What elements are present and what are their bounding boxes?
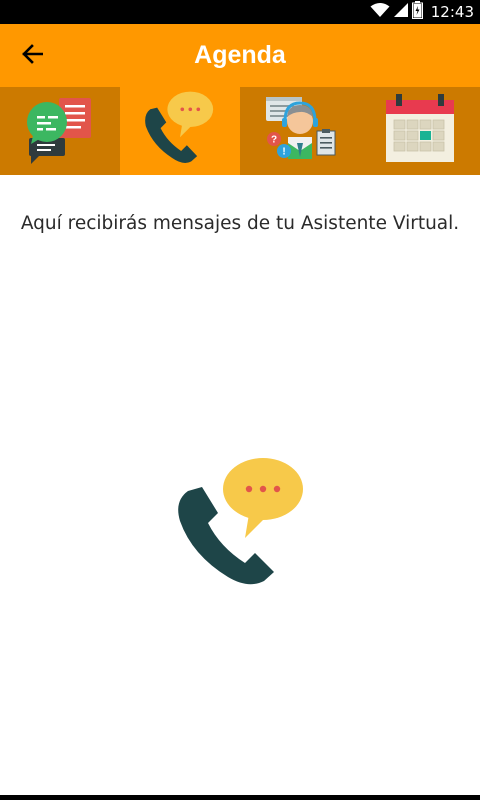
- svg-text:?: ?: [271, 134, 277, 145]
- status-time: 12:43: [430, 3, 474, 21]
- back-button[interactable]: [14, 38, 50, 74]
- signal-icon: [393, 2, 408, 23]
- virtual-assistant-icon: ? !: [262, 91, 338, 172]
- calendar-icon: [384, 92, 456, 171]
- tab-messages[interactable]: [0, 87, 120, 175]
- phone-call-icon: [170, 455, 310, 590]
- app-bar: Agenda: [0, 24, 480, 87]
- bottom-edge: [0, 795, 480, 800]
- chat-messages-icon: [23, 92, 97, 171]
- battery-icon: [411, 0, 423, 24]
- tab-assistant[interactable]: ? !: [240, 87, 360, 175]
- empty-state-message: Aquí recibirás mensajes de tu Asistente …: [20, 213, 460, 234]
- status-bar: 12:43: [0, 0, 480, 24]
- screen: 12:43 Agenda ? ! Aquí recibirás mensajes…: [0, 0, 480, 800]
- tab-calls[interactable]: [120, 87, 240, 175]
- tab-calendar[interactable]: [360, 87, 480, 175]
- wifi-icon: [370, 2, 390, 23]
- page-title: Agenda: [194, 41, 286, 69]
- svg-text:!: !: [282, 146, 285, 157]
- status-icons: 12:43: [370, 0, 474, 24]
- phone-call-icon: [140, 90, 220, 173]
- tab-bar: ? !: [0, 87, 480, 175]
- back-arrow-icon: [21, 43, 44, 70]
- main-content: Aquí recibirás mensajes de tu Asistente …: [0, 175, 480, 795]
